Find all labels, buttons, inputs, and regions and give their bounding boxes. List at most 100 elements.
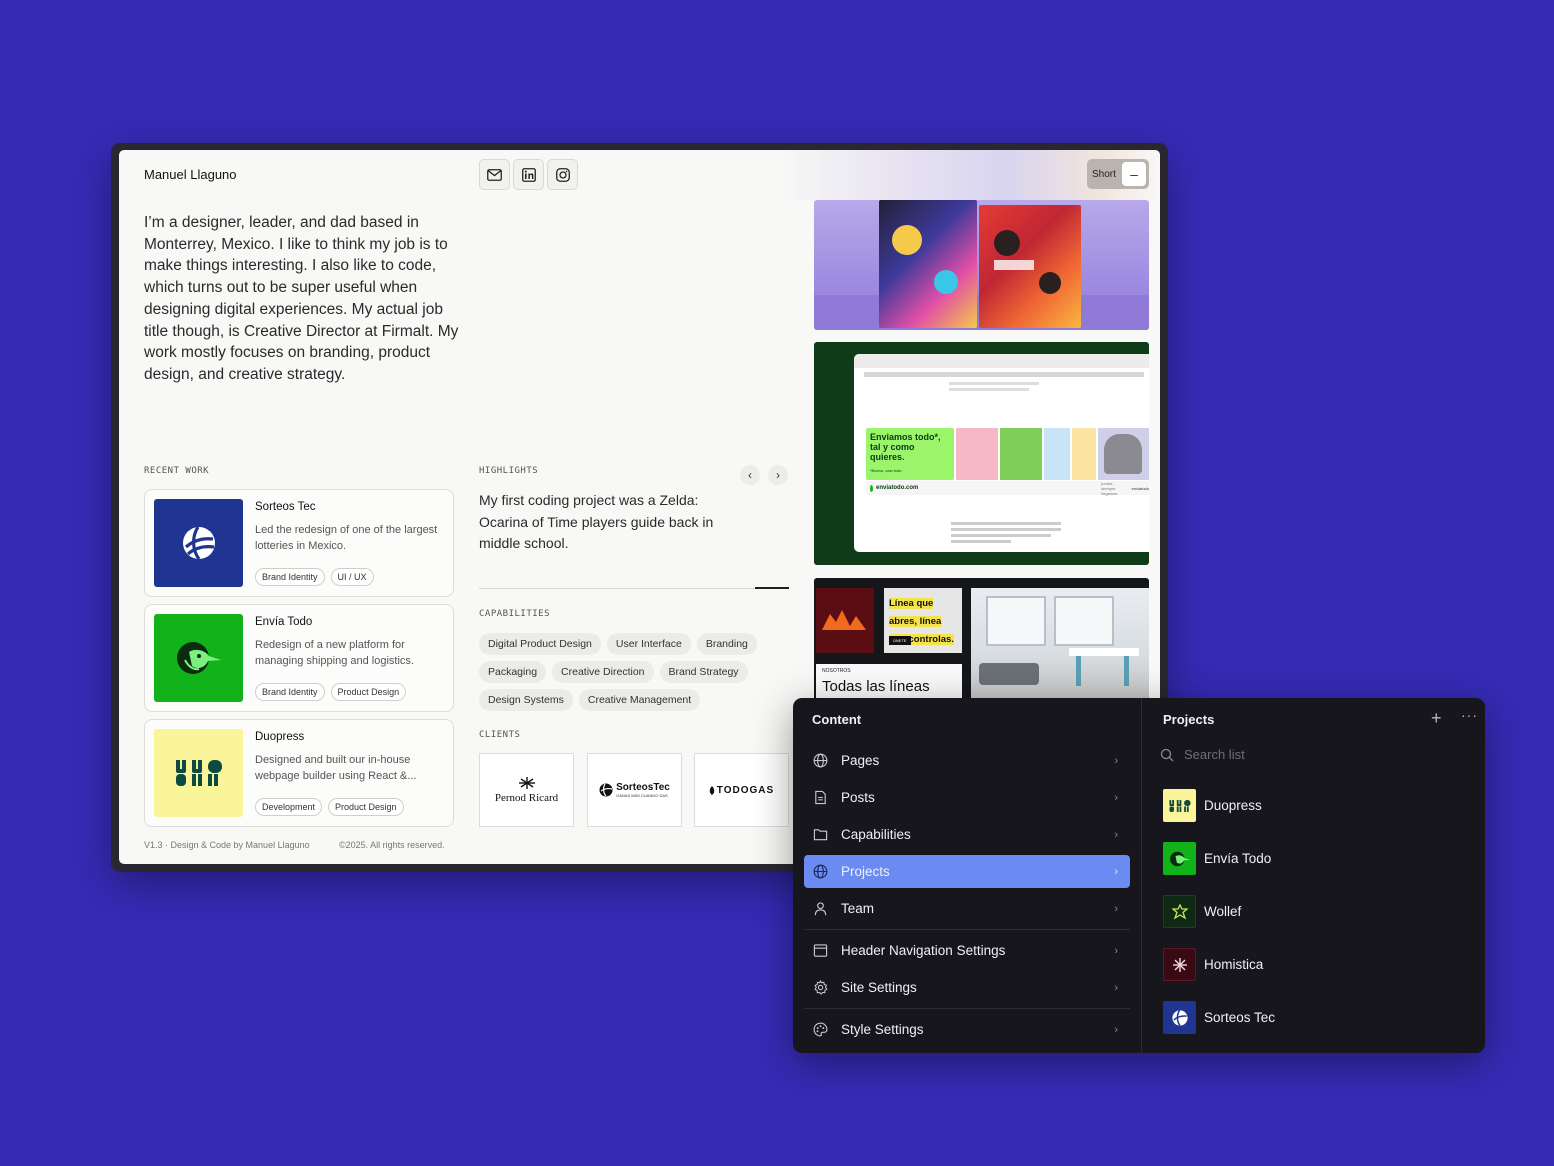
- nav-item-posts[interactable]: Posts ›: [804, 781, 1130, 814]
- chevron-right-icon: ›: [1114, 791, 1118, 804]
- chevron-right-icon: ›: [1114, 865, 1118, 878]
- capability-pill: Design Systems: [479, 689, 573, 711]
- palette-icon: [813, 1022, 828, 1037]
- nav-item-pages[interactable]: Pages ›: [804, 744, 1130, 777]
- highlight-progress-track: [479, 588, 789, 589]
- project-item-wollef[interactable]: Wollef: [1163, 895, 1241, 928]
- projects-title: Projects: [1163, 712, 1215, 727]
- linkedin-icon: [521, 167, 536, 182]
- tag: Product Design: [330, 683, 407, 701]
- wollef-logo-icon: [1171, 903, 1188, 920]
- client-name: SorteosTec: [616, 782, 670, 793]
- linkedin-button[interactable]: [513, 159, 544, 190]
- tag: UI / UX: [330, 568, 374, 586]
- client-logo-todogas: TODOGAS: [694, 753, 789, 827]
- site-name[interactable]: Manuel Llaguno: [144, 167, 237, 182]
- footer-copyright: ©2025. All rights reserved.: [339, 840, 445, 850]
- capabilities-list: Digital Product Design User Interface Br…: [479, 633, 789, 711]
- project-name: Envía Todo: [1204, 851, 1272, 866]
- work-card-duopress[interactable]: Duopress Designed and built our in-house…: [144, 719, 454, 827]
- chevron-right-icon: ›: [1114, 754, 1118, 767]
- site-header: Manuel Llaguno Short –: [119, 150, 1160, 200]
- card-description: Led the redesign of one of the largest l…: [255, 524, 438, 552]
- cms-panel: Content Pages › Posts › Capabilities › P…: [793, 698, 1485, 1053]
- envia-bird-icon: [176, 642, 221, 674]
- instagram-button[interactable]: [547, 159, 578, 190]
- envia-footer-text: juntos, siempre llegamos: [1101, 480, 1118, 496]
- nav-item-projects[interactable]: Projects ›: [804, 855, 1130, 888]
- toggle-minus-button[interactable]: –: [1122, 162, 1146, 186]
- nav-label: Site Settings: [841, 980, 917, 995]
- nav-label: Team: [841, 901, 875, 916]
- project-image-homistica[interactable]: Línea que abres, línea que controlas. ÚN…: [814, 578, 1149, 708]
- search-icon: [1160, 748, 1174, 761]
- project-image-packaging[interactable]: [814, 200, 1149, 330]
- duopress-thumbnail: [1163, 789, 1196, 822]
- pernod-star-icon: [518, 777, 535, 789]
- sorteos-globe-icon: [599, 783, 613, 797]
- project-item-homistica[interactable]: Homistica: [1163, 948, 1263, 981]
- card-title: Envía Todo: [255, 616, 313, 628]
- clients-label: CLIENTS: [479, 730, 521, 740]
- nav-label: Posts: [841, 790, 875, 805]
- short-long-toggle[interactable]: Short –: [1087, 159, 1149, 189]
- search-bar: [1160, 747, 1384, 762]
- client-name: Pernod Ricard: [494, 792, 559, 804]
- gear-icon: [814, 980, 828, 995]
- email-button[interactable]: [479, 159, 510, 190]
- card-title: Duopress: [255, 731, 305, 743]
- capability-pill: Packaging: [479, 661, 547, 683]
- tag: Brand Identity: [255, 683, 325, 701]
- envia-url: enviatodo.com: [876, 485, 919, 491]
- capability-pill: Creative Management: [578, 689, 701, 711]
- highlight-text: My first coding project was a Zelda: Oca…: [479, 492, 714, 552]
- nav-item-header-navigation-settings[interactable]: Header Navigation Settings ›: [804, 934, 1130, 967]
- nav-item-capabilities[interactable]: Capabilities ›: [804, 818, 1130, 851]
- duopress-thumbnail: [154, 729, 243, 817]
- envia-thumbnail: [1163, 842, 1196, 875]
- more-options-button[interactable]: ···: [1461, 707, 1478, 723]
- project-image-enviatodo[interactable]: Enviamos todo*, tal y como quieres. *Bue…: [814, 342, 1149, 565]
- capability-pill: Branding: [696, 633, 757, 655]
- nav-label: Projects: [841, 864, 890, 879]
- highlight-progress-indicator: [755, 587, 789, 589]
- project-item-duopress[interactable]: Duopress: [1163, 789, 1262, 822]
- nav-item-team[interactable]: Team ›: [804, 892, 1130, 925]
- add-project-button[interactable]: +: [1431, 708, 1442, 729]
- nav-item-style-settings[interactable]: Style Settings ›: [804, 1013, 1130, 1046]
- globe-icon: [813, 864, 828, 879]
- homistica-logo-icon: [1172, 957, 1187, 972]
- project-name: Homistica: [1204, 957, 1264, 972]
- project-name: Wollef: [1204, 904, 1242, 919]
- toggle-label: Short: [1092, 168, 1116, 180]
- document-icon: [815, 790, 826, 805]
- project-item-envia-todo[interactable]: Envía Todo: [1163, 842, 1271, 875]
- highlights-label: HIGHLIGHTS: [479, 466, 539, 476]
- content-title: Content: [812, 712, 862, 727]
- capability-pill: Creative Direction: [552, 661, 654, 683]
- client-logo-pernod: Pernod Ricard: [479, 753, 574, 827]
- nav-label: Pages: [841, 753, 880, 768]
- user-icon: [814, 902, 827, 916]
- client-name: TODOGAS: [716, 784, 775, 796]
- project-item-sorteos-tec[interactable]: Sorteos Tec: [1163, 1001, 1275, 1034]
- projects-list-panel: Projects + ··· Duopress Envía Todo Wolle…: [1143, 698, 1485, 1053]
- linea-button: ÚNETE: [889, 636, 911, 645]
- recent-work-label: RECENT WORK: [144, 466, 210, 476]
- capability-pill: Brand Strategy: [659, 661, 748, 683]
- highlight-prev-button[interactable]: ‹: [740, 465, 760, 485]
- project-name: Duopress: [1204, 798, 1262, 813]
- envia-thumbnail: [154, 614, 243, 702]
- globe-icon: [813, 753, 828, 768]
- todogas-flame-icon: [709, 785, 715, 795]
- nav-item-site-settings[interactable]: Site Settings ›: [804, 971, 1130, 1004]
- sorteos-thumbnail: [154, 499, 243, 587]
- work-card-sorteos[interactable]: Sorteos Tec Led the redesign of one of t…: [144, 489, 454, 597]
- chevron-right-icon: ›: [1114, 902, 1118, 915]
- nav-label: Capabilities: [841, 827, 911, 842]
- work-card-envia[interactable]: Envía Todo Redesign of a new platform fo…: [144, 604, 454, 712]
- highlight-next-button[interactable]: ›: [768, 465, 788, 485]
- tag: Brand Identity: [255, 568, 325, 586]
- search-input[interactable]: [1184, 747, 1384, 762]
- capability-pill: Digital Product Design: [479, 633, 601, 655]
